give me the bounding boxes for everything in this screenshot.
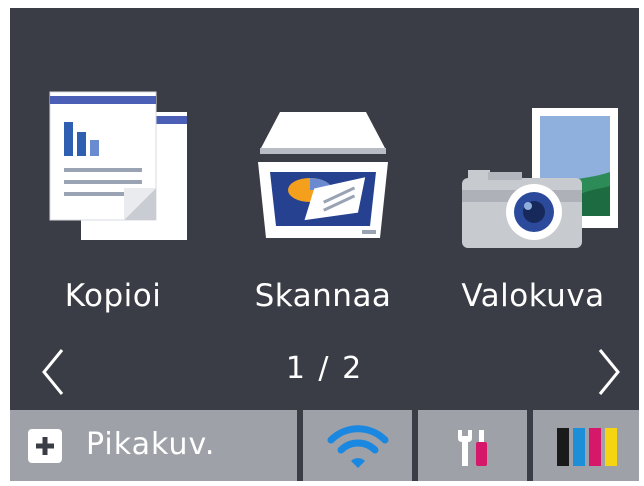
- prev-page-button[interactable]: [24, 338, 84, 402]
- ink-button[interactable]: [533, 410, 639, 481]
- plus-icon: [28, 429, 62, 463]
- shortcuts-label: Pikakuv.: [86, 427, 216, 462]
- camera-photo-icon: [462, 108, 618, 248]
- copy-icon: [49, 91, 187, 240]
- wifi-button[interactable]: [303, 410, 412, 481]
- app-photo-label: Valokuva: [461, 278, 605, 314]
- shortcuts-button[interactable]: Pikakuv.: [10, 410, 297, 481]
- printer-home-screen: Kopioi Skannaa Valokuva 1 / 2 Pikakuv.: [10, 8, 639, 481]
- chevron-right-icon: [598, 349, 620, 395]
- settings-button[interactable]: [418, 410, 527, 481]
- next-page-button[interactable]: [578, 338, 638, 402]
- chevron-left-icon: [42, 349, 64, 395]
- app-photo-button[interactable]: Valokuva: [448, 90, 618, 340]
- app-scan-label: Skannaa: [254, 278, 392, 314]
- app-copy-label: Kopioi: [64, 278, 162, 314]
- page-indicator: 1 / 2: [285, 351, 364, 386]
- wrench-screwdriver-icon: [458, 430, 487, 466]
- app-scan-button[interactable]: Skannaa: [238, 90, 408, 340]
- scanner-icon: [258, 112, 388, 238]
- ink-cartridges-icon: [557, 428, 617, 466]
- wifi-icon: [327, 425, 389, 468]
- app-copy-button[interactable]: Kopioi: [28, 90, 198, 340]
